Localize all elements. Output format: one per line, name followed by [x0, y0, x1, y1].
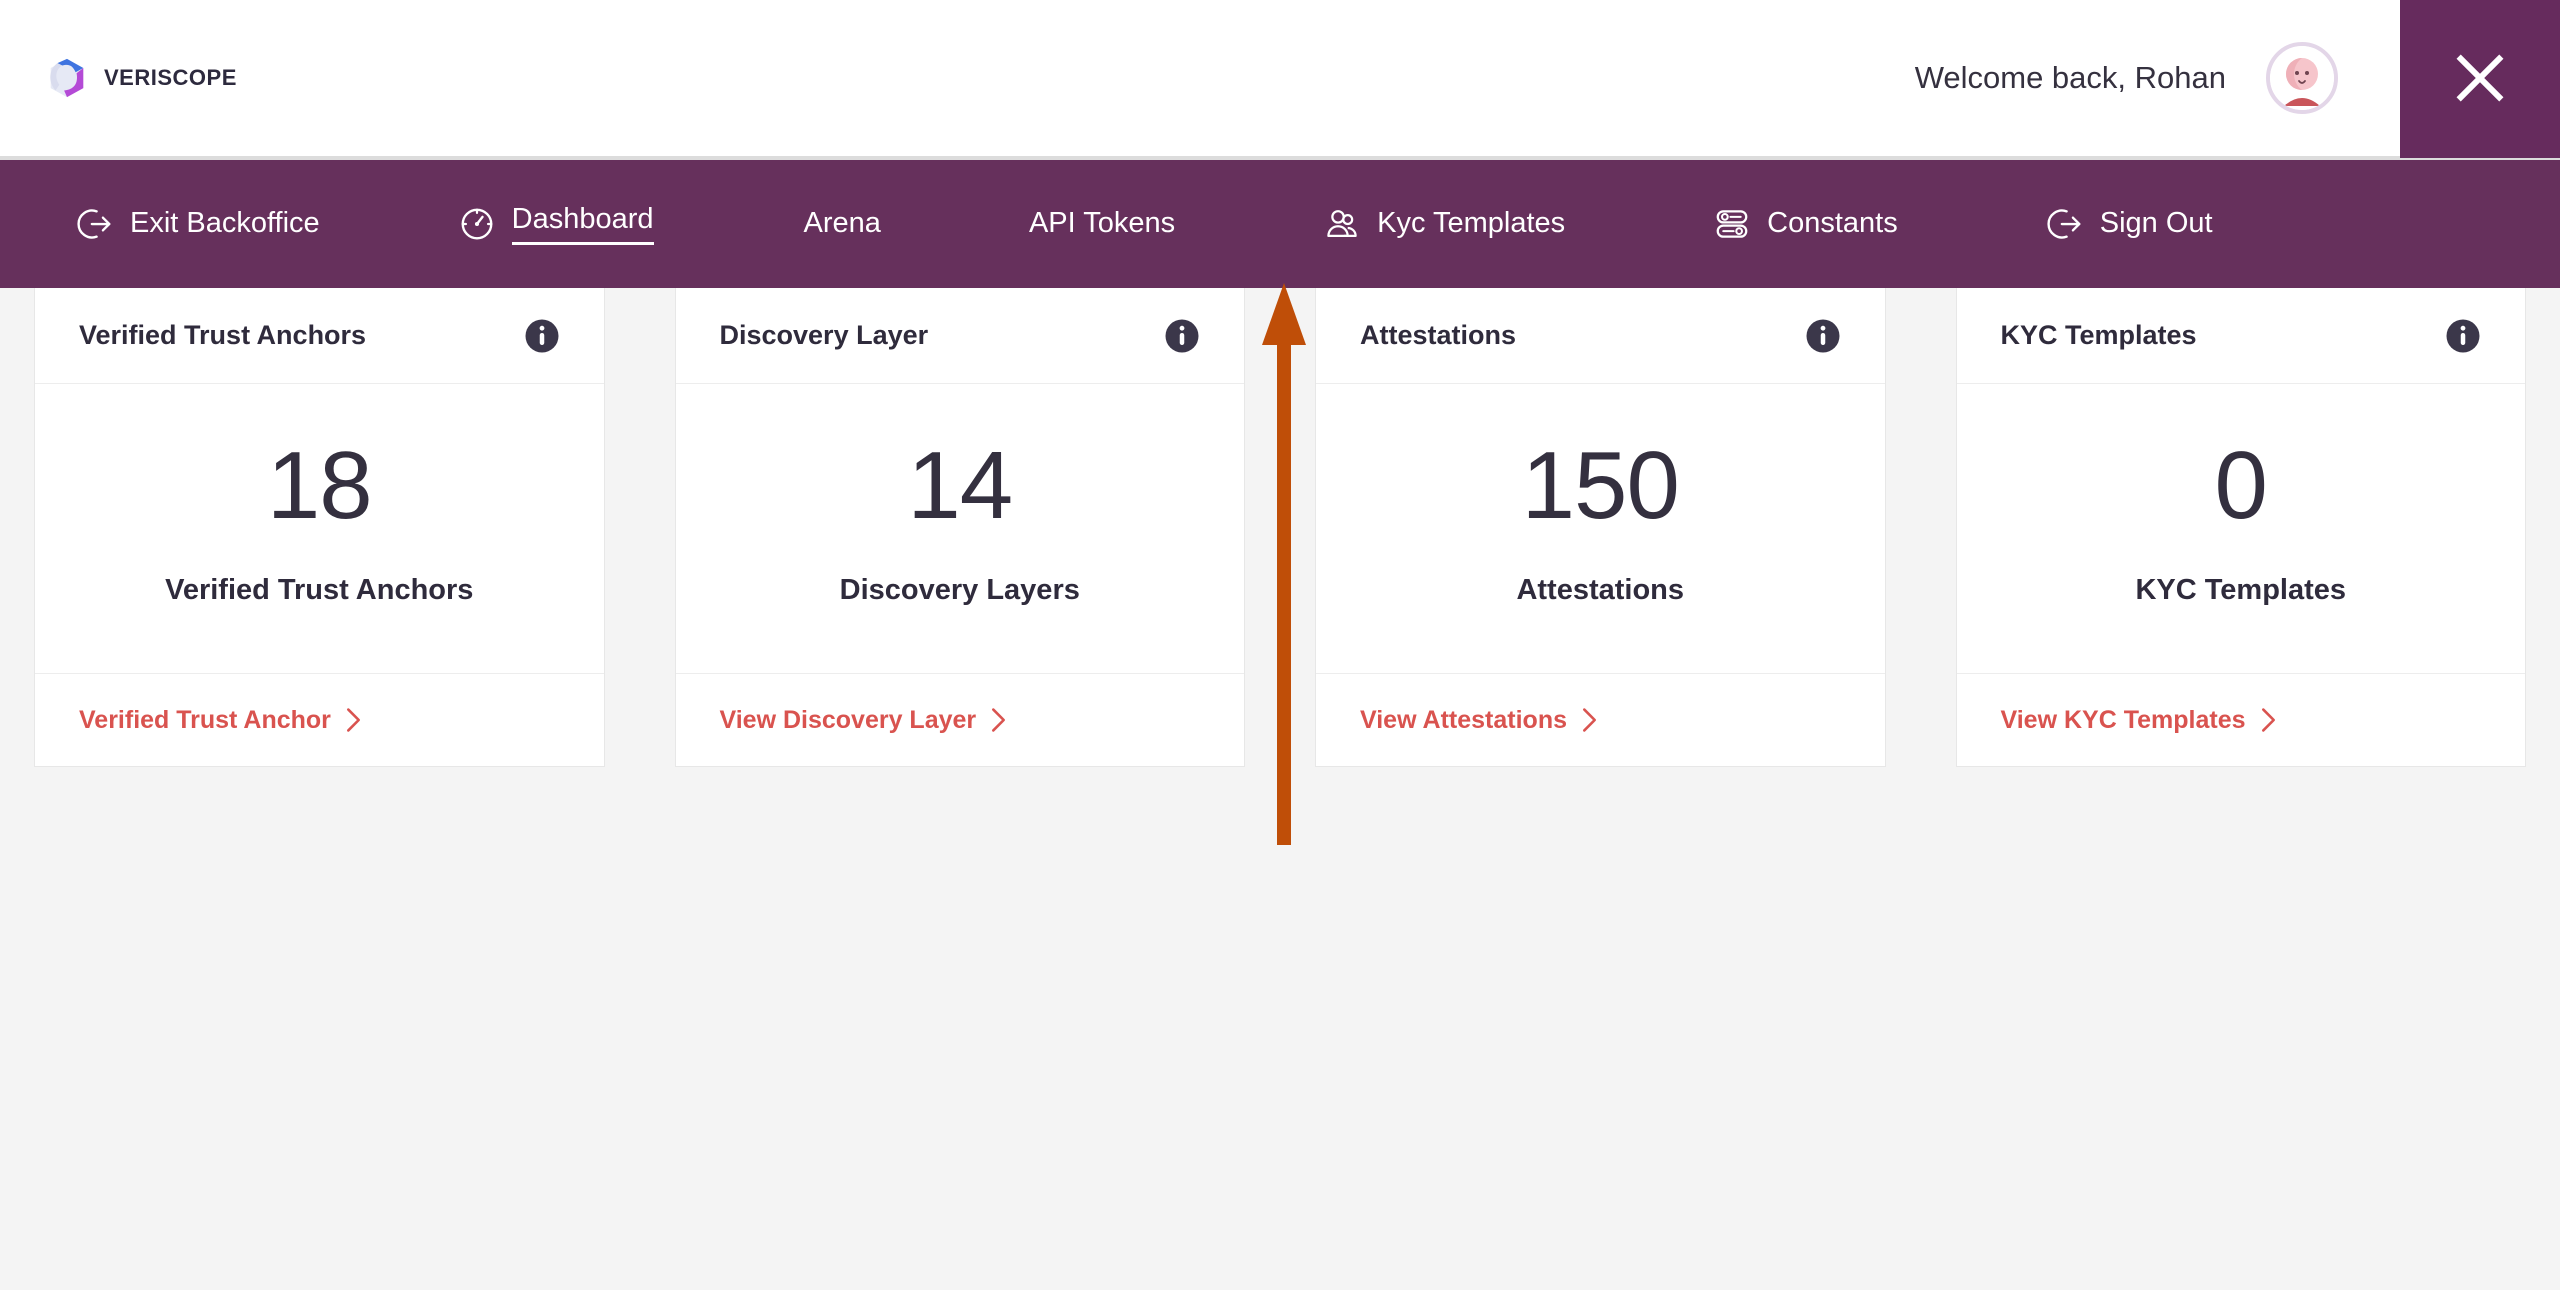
nav-item-sign-out[interactable]: Sign Out [2046, 205, 2213, 243]
card-sublabel: Attestations [1516, 574, 1685, 606]
avatar[interactable] [2266, 42, 2338, 114]
card-footer: View KYC Templates [1957, 674, 2526, 766]
card-footer: Verified Trust Anchor [35, 674, 604, 766]
card-sublabel: Discovery Layers [839, 574, 1080, 606]
card-link-view-attestations[interactable]: View Attestations [1360, 706, 1598, 735]
nav-item-dashboard[interactable]: Dashboard [458, 203, 654, 245]
dashboard-stat-cards: Verified Trust Anchors 18 Verified Trust… [0, 288, 2560, 767]
card-sublabel: Verified Trust Anchors [165, 574, 474, 606]
nav-label: Arena [803, 207, 881, 240]
info-icon[interactable] [2445, 318, 2481, 354]
card-header: Attestations [1316, 288, 1885, 384]
sliders-icon [1716, 210, 1748, 238]
card-footer: View Discovery Layer [676, 674, 1245, 766]
chevron-right-icon [346, 708, 360, 732]
card-title: Verified Trust Anchors [79, 320, 367, 350]
chevron-right-icon [1583, 708, 1596, 732]
card-header: Verified Trust Anchors [35, 288, 604, 384]
chevron-right-icon [992, 708, 1006, 732]
close-button[interactable] [2400, 0, 2560, 158]
nav-label: API Tokens [1028, 207, 1176, 240]
chevron-right-icon [2261, 708, 2275, 732]
card-footer: View Attestations [1316, 674, 1885, 766]
brand-name: VERISCOPE [104, 65, 237, 90]
nav-item-exit-backoffice[interactable]: Exit Backoffice [76, 205, 320, 243]
speedometer-icon [461, 208, 493, 240]
nav-item-arena[interactable]: Arena [804, 207, 881, 240]
nav-item-constants[interactable]: Constants [1713, 205, 1898, 243]
brand[interactable]: VERISCOPE [44, 55, 237, 101]
stat-card-verified-trust-anchors: Verified Trust Anchors 18 Verified Trust… [34, 288, 605, 767]
card-value: 18 [266, 432, 373, 539]
card-link-label: View Attestations [1360, 705, 1567, 734]
nav-label: Kyc Templates [1377, 207, 1566, 240]
logout-icon [77, 209, 111, 239]
card-value: 150 [1521, 432, 1680, 539]
header-right-group: Welcome back, Rohan [1914, 0, 2560, 158]
veriscope-swirl-logo-icon [44, 55, 90, 101]
welcome-message: Welcome back, Rohan [1914, 60, 2226, 95]
info-icon[interactable] [524, 318, 560, 354]
card-title: Discovery Layer [719, 320, 929, 350]
nav-label: Exit Backoffice [130, 207, 320, 240]
nav-item-api-tokens[interactable]: API Tokens [1029, 207, 1175, 240]
card-link-view-kyc-templates[interactable]: View KYC Templates [2001, 706, 2277, 735]
card-value: 14 [907, 432, 1013, 539]
users-icon [1327, 210, 1357, 237]
nav-item-kyc-templates[interactable]: Kyc Templates [1323, 205, 1565, 243]
card-link-view-discovery-layer[interactable]: View Discovery Layer [720, 706, 1008, 735]
card-link-label: View Discovery Layer [719, 705, 977, 734]
logout-icon [2047, 209, 2081, 239]
nav-label: Dashboard [511, 203, 654, 245]
card-link-label: View KYC Templates [2000, 705, 2246, 734]
info-icon[interactable] [1164, 318, 1200, 354]
card-header: Discovery Layer [675, 288, 1244, 384]
card-value: 0 [2214, 432, 2268, 539]
stat-card-attestations: Attestations 150 Attestations View Attes… [1315, 288, 1886, 767]
info-icon[interactable] [1805, 318, 1841, 354]
stat-card-kyc-templates: KYC Templates 0 KYC Templates View KYC T… [1955, 288, 2526, 767]
top-header: VERISCOPE Welcome back, Rohan [0, 0, 2560, 160]
card-link-label: Verified Trust Anchor [79, 705, 331, 734]
stat-card-discovery-layer: Discovery Layer 14 Discovery Layers View… [674, 288, 1245, 767]
card-title: Attestations [1360, 320, 1517, 350]
card-body: 0 KYC Templates [1956, 384, 2525, 674]
card-sublabel: KYC Templates [2135, 574, 2347, 606]
card-header: KYC Templates [1956, 288, 2525, 384]
close-icon [2456, 54, 2504, 102]
card-title: KYC Templates [2000, 320, 2197, 350]
card-body: 14 Discovery Layers [675, 384, 1244, 674]
card-link-verified-trust-anchor[interactable]: Verified Trust Anchor [79, 706, 362, 735]
nav-label: Constants [1767, 207, 1898, 240]
main-navigation: Exit Backoffice Dashboard Arena API Toke… [0, 160, 2560, 288]
card-body: 18 Verified Trust Anchors [35, 384, 604, 674]
nav-label: Sign Out [2099, 207, 2213, 240]
card-body: 150 Attestations [1316, 384, 1885, 674]
